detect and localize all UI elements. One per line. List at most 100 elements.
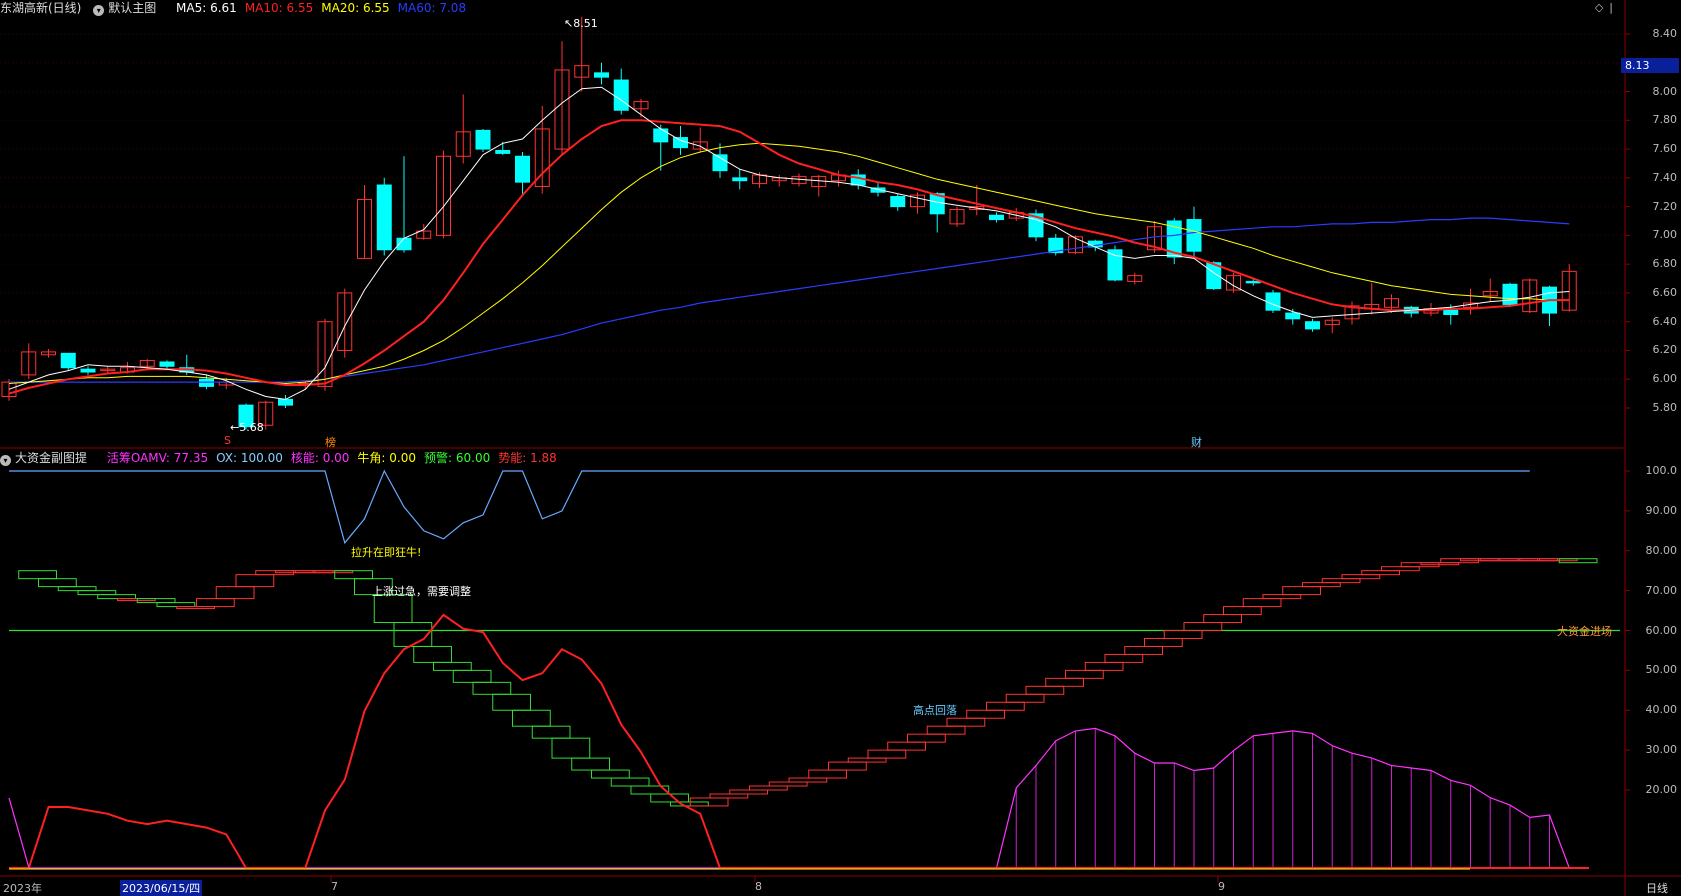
- oamv-box: [215, 586, 255, 600]
- x-cursor-date: 2023/06/15/四: [120, 880, 203, 896]
- price-tick-12: 6.00: [1652, 372, 1678, 386]
- sub-tick-2: 80.00: [1645, 543, 1678, 557]
- oamv-box: [1203, 614, 1242, 624]
- diamond-icon[interactable]: ◇: [1595, 1, 1609, 14]
- period-label[interactable]: 日线: [1646, 880, 1668, 896]
- oamv-box: [768, 781, 808, 787]
- sub-tick-4: 60.00: [1645, 623, 1678, 637]
- chevron-down-icon[interactable]: ▾: [0, 455, 11, 466]
- event-mark-s[interactable]: S: [224, 434, 231, 447]
- price-tick-8: 6.80: [1652, 257, 1678, 271]
- candle-body: [495, 150, 511, 154]
- candle-body: [1305, 321, 1320, 330]
- oamv-box: [907, 733, 946, 743]
- candle-body: [732, 177, 748, 182]
- ma20-line: [8, 142, 1570, 385]
- oamv-box: [1183, 622, 1223, 632]
- oamv-box: [1005, 693, 1045, 703]
- oamv-box: [926, 725, 966, 735]
- oamv-box: [1282, 586, 1321, 596]
- vertical-bar-icon[interactable]: |: [1609, 1, 1619, 14]
- sub-label-5: 势能: 1.88: [498, 451, 557, 465]
- oamv-box: [1321, 578, 1361, 584]
- kline-chart[interactable]: [0, 0, 1681, 896]
- sub-tick-5: 50.00: [1645, 663, 1678, 677]
- price-tick-11: 6.20: [1652, 343, 1678, 357]
- ma-labels: MA5: 6.61 MA10: 6.55 MA20: 6.55 MA60: 7.08: [176, 1, 474, 15]
- sub-tick-6: 40.00: [1645, 703, 1678, 717]
- main-chart-selector[interactable]: ▾ 默认主图: [93, 1, 164, 16]
- big-money-annotation: 大资金进场: [1557, 625, 1612, 638]
- candle-body: [1186, 219, 1202, 252]
- overheat-annotation: 上涨过急，需要调整: [372, 585, 471, 598]
- oamv-box: [986, 701, 1025, 711]
- x-label-jul: 7: [331, 880, 338, 893]
- oamv-box: [334, 570, 373, 580]
- candle-body: [1245, 280, 1261, 284]
- main-chart-label: 默认主图: [108, 1, 157, 15]
- event-mark-cai[interactable]: 财: [1191, 434, 1202, 450]
- sub-tick-7: 30.00: [1645, 743, 1678, 757]
- oamv-box: [97, 594, 136, 600]
- sub-indicator-selector[interactable]: ▾ 大资金副图提: [0, 451, 95, 466]
- oamv-box: [946, 717, 986, 727]
- oamv-box: [847, 757, 887, 763]
- candle-body: [515, 155, 530, 183]
- ma-label-1: MA10: 6.55: [244, 1, 314, 15]
- oamv-box: [670, 801, 709, 807]
- candle-body: [673, 137, 688, 149]
- candle-body: [1265, 292, 1281, 311]
- oamv-box: [1262, 594, 1302, 600]
- oamv-box: [1223, 606, 1262, 616]
- oamv-box: [1341, 574, 1381, 580]
- sub-label-4: 预警: 60.00: [424, 451, 491, 465]
- oamv-box: [610, 777, 650, 787]
- stock-name[interactable]: 东湖高新(日线): [0, 1, 81, 15]
- ma60-line: [9, 217, 1570, 383]
- oamv-box: [393, 622, 433, 647]
- oamv-box: [1025, 685, 1065, 695]
- candle-body: [199, 378, 214, 387]
- x-label-year: 2023年: [3, 882, 42, 895]
- oamv-box: [1124, 645, 1163, 655]
- oamv-box: [452, 669, 492, 683]
- oamv-box: [729, 789, 768, 795]
- oamv-box: [196, 598, 235, 608]
- sub-tick-0: 100.0: [1645, 464, 1678, 477]
- sub-label-1: OX: 100.00: [216, 451, 283, 465]
- hexin-spike: [8, 797, 30, 869]
- oamv-box: [57, 586, 97, 592]
- sub-label-2: 核能: 0.00: [290, 451, 350, 465]
- ma-label-0: MA5: 6.61: [176, 1, 237, 15]
- oamv-box: [966, 709, 1005, 719]
- high-price-label: ↖8.51: [564, 17, 598, 30]
- candle-body: [1285, 312, 1301, 320]
- price-tick-5: 7.40: [1652, 170, 1678, 184]
- candle-body: [159, 361, 175, 367]
- oamv-box: [1242, 598, 1282, 608]
- oamv-box: [571, 757, 610, 771]
- ma-label-2: MA20: 6.55: [321, 1, 390, 15]
- oamv-box: [1144, 637, 1183, 647]
- oamv-box: [512, 709, 551, 727]
- ma-label-3: MA60: 7.08: [397, 1, 467, 15]
- sub-panel: [8, 469, 1620, 870]
- high-price-value: 8.51: [573, 17, 598, 30]
- price-tick-10: 6.40: [1652, 314, 1678, 328]
- oamv-box: [591, 769, 630, 779]
- oamv-box: [1381, 566, 1420, 572]
- candle-body: [594, 72, 609, 78]
- price-tick-2: 8.00: [1652, 84, 1678, 98]
- oamv-box: [1045, 677, 1084, 687]
- oamv-box: [156, 602, 196, 608]
- chevron-down-icon[interactable]: ▾: [93, 5, 105, 16]
- toolbar-icons: ◇|: [1595, 1, 1619, 14]
- lift-annotation: 拉升在即狂牛!: [351, 546, 422, 559]
- oamv-box: [1104, 653, 1144, 663]
- price-tick-3: 7.80: [1652, 113, 1678, 127]
- oamv-box: [433, 661, 472, 671]
- price-tick-6: 7.20: [1652, 199, 1678, 213]
- candle-body: [989, 214, 1004, 221]
- candle-body: [1502, 283, 1518, 305]
- event-mark-bang[interactable]: 榜: [325, 434, 336, 450]
